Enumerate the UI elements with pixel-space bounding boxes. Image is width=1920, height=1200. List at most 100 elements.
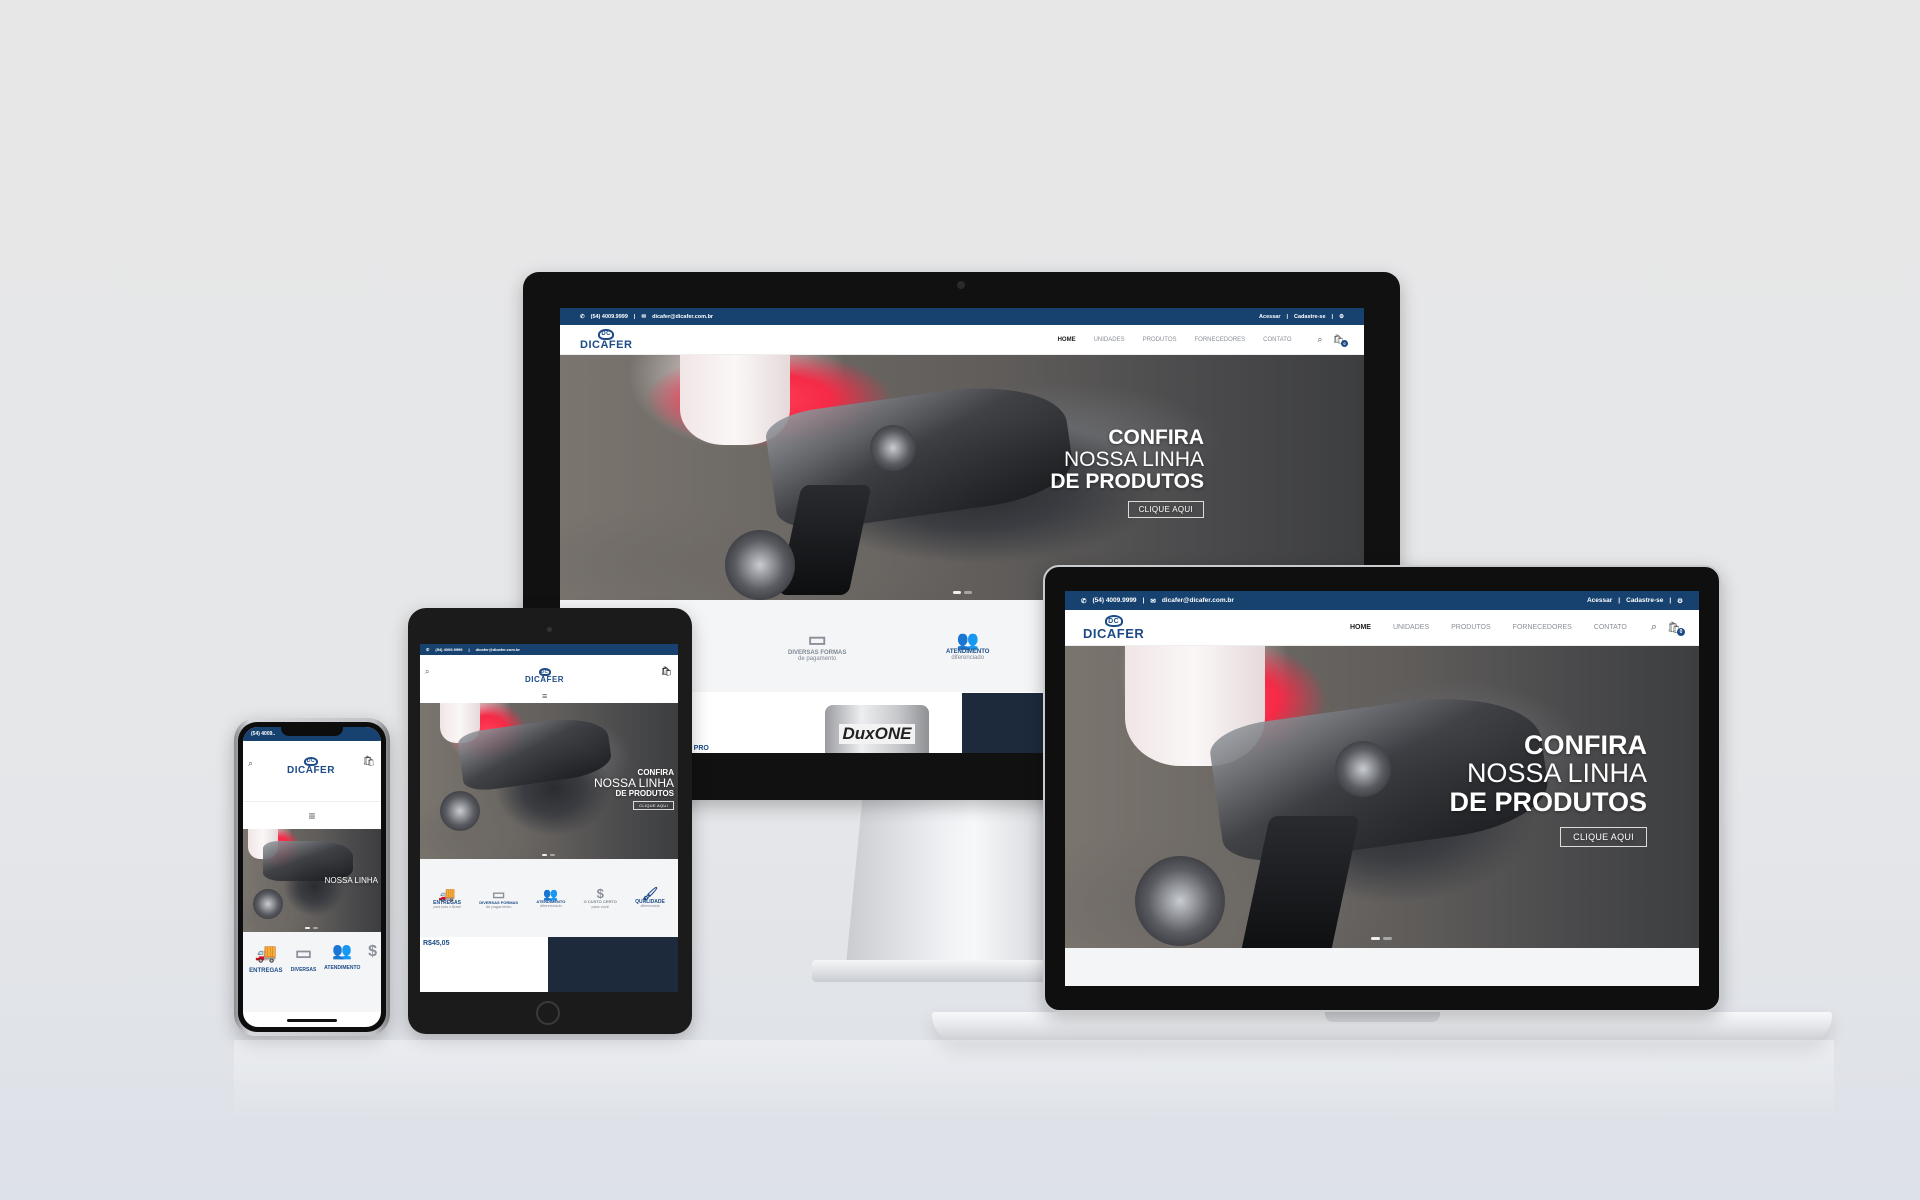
phone-screen: (54) 4009.. ⌕ DC DICAFER 🛍 ≡ NOSSA LINHA [243,727,381,1027]
phone-icon: ✆ [1081,597,1087,605]
cart-icon[interactable]: 🛍 [362,756,375,767]
settings-icon[interactable]: ⚙ [1677,597,1683,605]
laptop-contact-email[interactable]: dicafer@dicafer.com.br [1162,597,1234,604]
phone-header: ⌕ DC DICAFER 🛍 [243,741,381,801]
laptop-topbar: ✆ (54) 4009.9999 | ✉ dicafer@dicafer.com… [1065,591,1699,610]
phone-home-indicator[interactable] [287,1019,337,1022]
feature-payment: ▭ DIVERSAS FORMAS de pagamento [479,887,518,909]
mail-icon: ✉ [1150,597,1156,605]
nav-home[interactable]: HOME [1350,624,1371,631]
cart-icon[interactable]: 🛍 0 [1333,334,1348,347]
hero-line-3: DE PRODUTOS [615,788,674,798]
cart-count: 0 [1341,340,1348,347]
slider-dots[interactable] [1371,937,1392,940]
nav-home[interactable]: HOME [1058,337,1076,343]
phone-status-text: (54) 4009.. [251,731,276,737]
dark-promo-block [548,937,678,992]
nav-unidades[interactable]: UNIDADES [1094,337,1125,343]
floor-reflection [234,1040,1834,1120]
logo-text: DICAFER [525,675,565,684]
nav-fornecedores[interactable]: FORNECEDORES [1195,337,1246,343]
feature-payment-sub: de pagamento [797,656,837,662]
login-link[interactable]: Acessar [1587,597,1612,604]
tablet-home-button[interactable] [536,1001,560,1025]
search-icon[interactable]: ⌕ [248,758,253,769]
logo-text: DICAFER [1083,626,1145,641]
hero-cta-button[interactable]: CLIQUE AQUI [633,801,674,811]
credit-card-icon: ▭ [807,628,827,651]
laptop-hero[interactable]: CONFIRA NOSSA LINHA DE PRODUTOS CLIQUE A… [1065,646,1699,948]
slider-dots[interactable] [305,927,318,929]
feature-cost: $ O CUSTO CERTO para você [584,887,617,908]
slider-dots[interactable] [542,854,555,856]
tablet-features: 🚚 ENTREGAS para todo o Brasil ▭ DIVERSAS… [420,859,678,937]
menu-icon[interactable]: ≡ [308,809,315,823]
laptop-screen: ✆ (54) 4009.9999 | ✉ dicafer@dicafer.com… [1065,591,1699,986]
logo-mark: DC [598,328,615,340]
phone-menu-row: ≡ [243,801,381,829]
tablet-screen: ✆ (54) 4009.9999 | dicafer@dicafer.com.b… [420,644,678,992]
gun-knob [870,425,916,471]
feature-quality: 🖌 QUALIDADE diferenciada [635,887,665,909]
phone-notch [281,727,343,736]
truck-icon: 🚚 [438,885,456,902]
logo-text: DICAFER [580,338,633,351]
laptop-hero-caption: CONFIRA NOSSA LINHA DE PRODUTOS CLIQUE A… [1449,731,1647,848]
hero-line-3: DE PRODUTOS [1449,786,1647,817]
hero-cta-button[interactable]: CLIQUE AQUI [1127,501,1204,519]
gun-knob [440,791,480,831]
nav-produtos[interactable]: PRODUTOS [1451,624,1491,631]
feature-service: 👥 ATENDIMENTO [322,944,362,971]
nav-fornecedores[interactable]: FORNECEDORES [1513,624,1572,631]
main-menu: HOME UNIDADES PRODUTOS FORNECEDORES CONT… [1058,337,1292,343]
hero-slider[interactable]: CONFIRA NOSSA LINHA DE PRODUTOS CLIQUE A… [560,355,1364,600]
gun-knob [1335,741,1391,797]
feature-sub: para todo o Brasil [433,904,461,909]
feature-service-sub: diferenciado [951,655,985,661]
feature-payment: ▭ DIVERSAS FORMAS de pagamento [788,630,846,663]
hero-cta-button[interactable]: CLIQUE AQUI [1560,827,1647,848]
tablet-hero-caption: CONFIRA NOSSA LINHA DE PRODUTOS CLIQUE A… [594,768,674,811]
tablet-hero[interactable]: CONFIRA NOSSA LINHA DE PRODUTOS CLIQUE A… [420,703,678,859]
contact-phone: (54) 4009.9999 [590,313,628,320]
tablet-camera [547,627,552,632]
spray-gun-image [456,712,614,794]
register-link[interactable]: Cadastre-se [1626,597,1663,604]
slider-dots[interactable] [953,591,972,594]
search-icon[interactable]: ⌕ [425,667,429,677]
laptop-features-peek [1065,948,1699,986]
hero-line-3: DE PRODUTOS [1050,470,1204,494]
hero-line-2: NOSSA LINHA [324,876,378,885]
hero-line-2: NOSSA LINHA [1063,448,1204,472]
nav-produtos[interactable]: PRODUTOS [1143,337,1177,343]
laptop-logo[interactable]: DC DICAFER [1083,615,1144,640]
gun-knob-2 [725,530,795,600]
contact-email[interactable]: dicafer@dicafer.com.br [652,314,713,320]
tablet-header: ⌕ DC DICAFER 🛍 ≡ [420,655,678,703]
phone-hero[interactable]: NOSSA LINHA [243,829,381,932]
menu-icon[interactable]: ≡ [542,691,547,701]
login-link[interactable]: Acessar [1259,314,1280,320]
tablet: ✆ (54) 4009.9999 | dicafer@dicafer.com.b… [408,608,692,1034]
feature-service: 👥 ATENDIMENTO diferenciado [946,631,989,662]
settings-icon[interactable]: ⚙ [1339,314,1344,320]
feature-title: ATENDIMENTO [324,965,361,971]
feature-title: ENTREGAS [249,968,283,974]
search-icon[interactable]: ⌕ [1651,621,1657,634]
nav-unidades[interactable]: UNIDADES [1393,624,1429,631]
tablet-logo[interactable]: DC DICAFER [525,668,564,684]
cart-count: 0 [1677,628,1685,636]
cart-icon[interactable]: 🛍 [661,666,672,677]
cart-icon[interactable]: 🛍 0 [1667,621,1685,636]
site-logo[interactable]: DC DICAFER [580,328,633,351]
phone-logo[interactable]: DC DICAFER [287,757,335,776]
product-brand: DuxONE [838,724,916,744]
people-icon: 👥 [543,886,559,901]
nav-contato[interactable]: CONTATO [1594,624,1627,631]
register-link[interactable]: Cadastre-se [1294,314,1326,320]
tablet-contact-email[interactable]: dicafer@dicafer.com.br [476,647,520,652]
feature-sub: para você [591,903,610,909]
laptop-notch [1325,1012,1440,1022]
search-icon[interactable]: ⌕ [1318,334,1323,345]
nav-contato[interactable]: CONTATO [1263,337,1291,343]
